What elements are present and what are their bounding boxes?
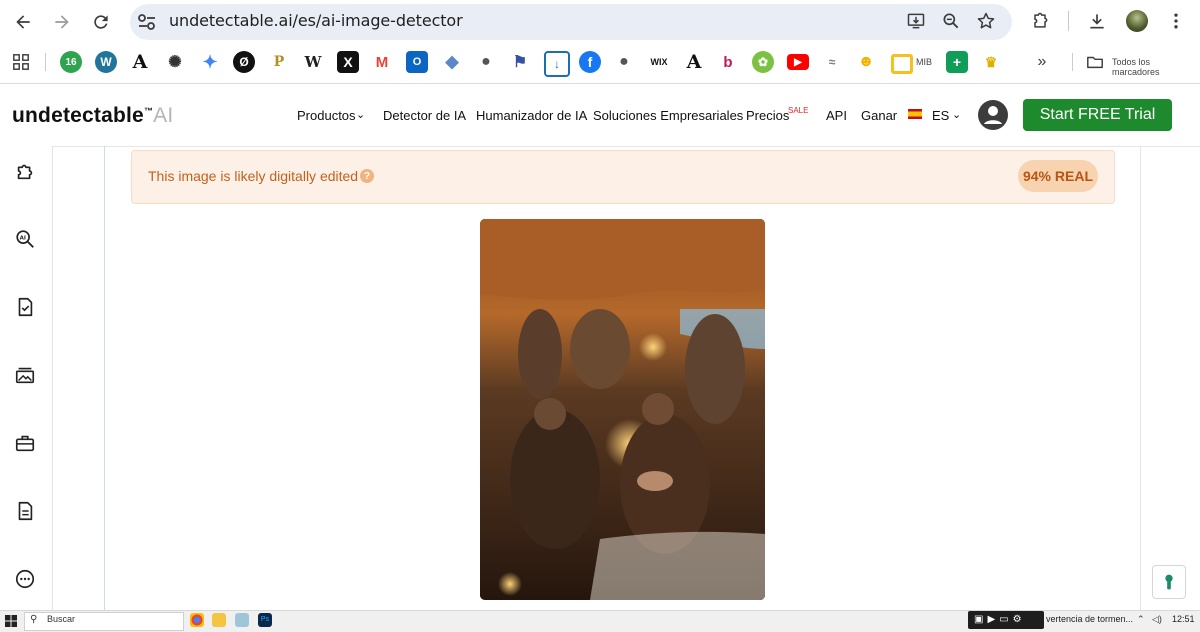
analyzed-image <box>480 219 765 600</box>
zoom-icon[interactable] <box>940 10 962 32</box>
back-button[interactable] <box>10 9 36 35</box>
photoshop-taskbar-icon[interactable]: Ps <box>258 613 272 627</box>
chrome-taskbar-icon[interactable] <box>190 613 204 627</box>
globe-icon[interactable]: ● <box>475 51 497 73</box>
nav-precios[interactable]: Precios <box>746 108 789 123</box>
gmail-icon[interactable]: M <box>371 51 393 73</box>
chevron-down-icon: ⌄ <box>356 109 366 121</box>
logo-text: undetectable <box>12 104 144 127</box>
install-app-icon[interactable] <box>905 10 927 32</box>
bookmark-plus-icon[interactable]: + <box>946 51 968 73</box>
arrow-right-icon <box>55 15 69 29</box>
bookmark-badge-icon[interactable]: 16 <box>60 51 82 73</box>
gemini-icon[interactable]: ✦ <box>199 51 221 73</box>
chevron-down-icon-2: ⌄ <box>952 109 962 121</box>
nav-api[interactable]: API <box>826 108 847 123</box>
taskbar-clock: 12:51 <box>1172 614 1195 624</box>
nav-productos[interactable]: Productos <box>297 108 356 123</box>
start-trial-button[interactable]: Start FREE Trial <box>1023 99 1172 131</box>
user-account-icon[interactable] <box>978 100 1008 130</box>
content-border-right <box>1140 146 1141 610</box>
reload-icon <box>94 15 108 29</box>
bookmark-p-icon[interactable]: P <box>268 51 290 73</box>
bookmark-frame-icon[interactable] <box>891 54 913 74</box>
nav-detector[interactable]: Detector de IA <box>383 108 466 123</box>
accessibility-help-button[interactable] <box>1152 565 1186 599</box>
bookmark-wave-icon[interactable]: ≈ <box>821 51 843 73</box>
bookmark-a-icon-2[interactable]: A <box>683 51 705 73</box>
bookmark-download-icon[interactable]: ↓ <box>544 51 570 77</box>
real-score-badge: 94% REAL <box>1018 160 1098 192</box>
bookmark-film-icon[interactable]: ✿ <box>752 51 774 73</box>
apps-grid-icon[interactable] <box>10 51 32 73</box>
bookmark-flag-icon[interactable]: ⚑ <box>509 51 531 73</box>
camera-icon[interactable]: ▣▶▭⚙ <box>974 614 1026 625</box>
logo-trademark: ™ <box>143 106 154 116</box>
result-message: This image is likely digitally edited <box>148 168 359 184</box>
bookmark-divider <box>45 53 46 71</box>
openai-icon[interactable]: ✺ <box>164 51 186 73</box>
sale-badge: SALE <box>788 106 809 115</box>
svg-text:AI: AI <box>20 235 26 241</box>
folder-icon[interactable] <box>1084 51 1106 73</box>
windows-start-icon[interactable] <box>5 614 17 627</box>
bookmark-mib-label[interactable]: MIB <box>916 57 932 67</box>
image-detector-icon[interactable] <box>13 363 37 387</box>
briefcase-icon[interactable] <box>13 431 37 455</box>
nav-ganar[interactable]: Ganar <box>861 108 897 123</box>
puzzle-icon[interactable] <box>13 159 37 183</box>
bookmark-smile-icon[interactable]: ☻ <box>855 51 877 73</box>
ai-detector-icon[interactable]: AI <box>13 227 37 251</box>
more-options-icon[interactable] <box>13 567 37 591</box>
wikipedia-icon[interactable]: W <box>302 51 324 73</box>
site-settings-icon[interactable] <box>136 12 158 32</box>
paint-taskbar-icon[interactable] <box>235 613 249 627</box>
downloads-icon[interactable] <box>1086 10 1108 32</box>
taskbar-search-label: Buscar <box>47 614 76 624</box>
more-bookmarks-icon[interactable]: » <box>1031 51 1053 73</box>
nav-productos-label: Productos <box>297 108 356 123</box>
wix-icon[interactable]: WIX <box>646 51 672 73</box>
bookmark-b-icon[interactable]: b <box>717 51 739 73</box>
document-icon[interactable] <box>13 499 37 523</box>
outlook-icon[interactable]: O <box>406 51 428 73</box>
wordpress-icon[interactable]: W <box>95 51 117 73</box>
bookmark-cube-icon[interactable]: ◆ <box>441 51 463 73</box>
logo-ai: AI <box>153 104 174 127</box>
nav-humanizador[interactable]: Humanizador de IA <box>476 108 587 123</box>
bookmark-star-icon[interactable] <box>975 10 997 32</box>
x-icon[interactable]: X <box>337 51 359 73</box>
extensions-icon[interactable] <box>1029 10 1051 32</box>
weather-notification[interactable]: vertencia de tormen... <box>1046 614 1133 624</box>
reload-button[interactable] <box>88 9 114 35</box>
content-border-left <box>104 146 105 610</box>
keyhole-icon <box>1165 574 1173 590</box>
tray-chevron-icon[interactable]: ⌃ <box>1137 614 1145 625</box>
profile-avatar[interactable] <box>1126 10 1148 32</box>
search-icon: ⚲ <box>30 614 38 625</box>
spain-flag-icon <box>908 109 922 119</box>
globe-icon-2[interactable]: ● <box>613 51 635 73</box>
bookmark-crown-icon[interactable]: ♛ <box>980 51 1002 73</box>
bookmark-a-icon[interactable]: A <box>129 51 151 73</box>
language-selector[interactable]: ES <box>932 108 949 123</box>
arrow-left-icon <box>16 15 30 29</box>
youtube-icon[interactable]: ▶ <box>787 54 809 70</box>
facebook-icon[interactable]: f <box>579 51 601 73</box>
menu-icon[interactable] <box>1165 10 1187 32</box>
bookmark-circle-icon[interactable]: Ø <box>233 51 255 73</box>
nav-soluciones[interactable]: Soluciones Empresariales <box>593 108 743 123</box>
forward-button[interactable] <box>49 9 75 35</box>
bookmark-divider-2 <box>1072 53 1073 71</box>
document-check-icon[interactable] <box>13 295 37 319</box>
file-explorer-taskbar-icon[interactable] <box>212 613 226 627</box>
all-bookmarks-label[interactable]: Todos los marcadores <box>1112 57 1200 77</box>
site-logo[interactable]: undetectable™AI <box>12 104 173 128</box>
toolbar-divider <box>1068 11 1069 31</box>
url-text[interactable]: undetectable.ai/es/ai-image-detector <box>169 11 463 30</box>
help-question-icon[interactable]: ? <box>360 169 374 183</box>
volume-icon[interactable]: ◁) <box>1152 614 1162 625</box>
